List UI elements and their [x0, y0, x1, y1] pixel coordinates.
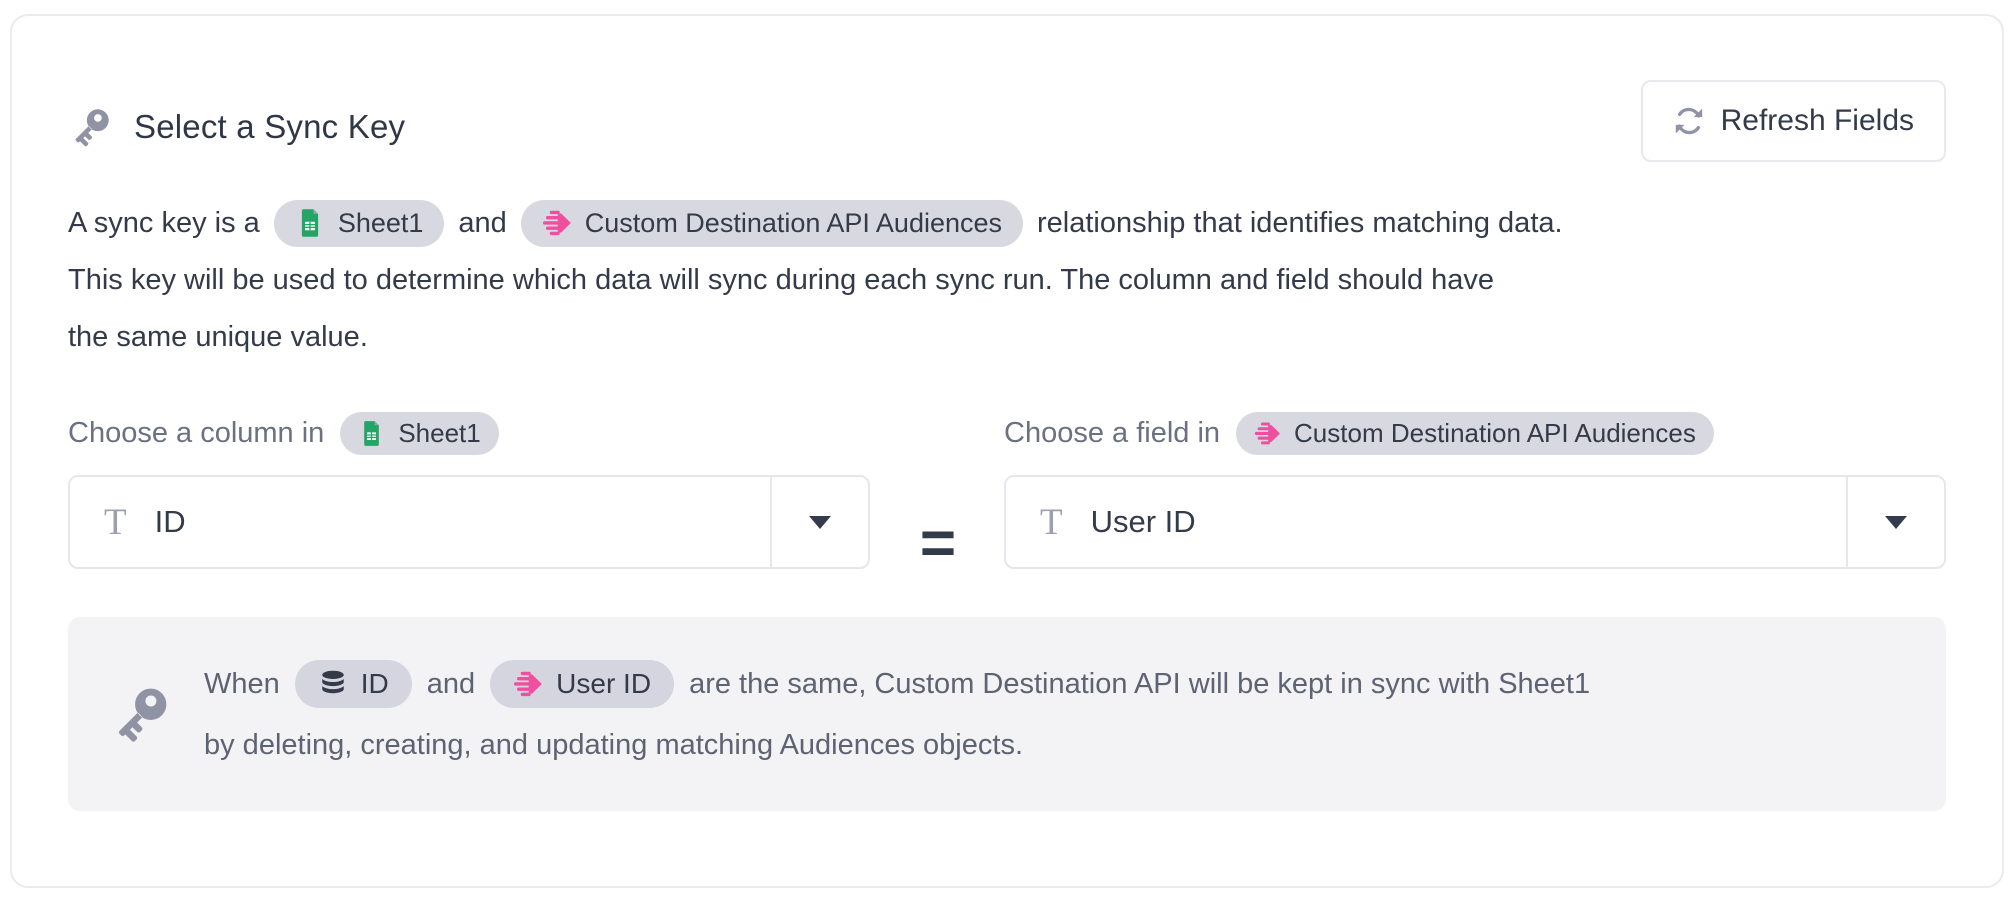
column-picker-label-text: Choose a column in: [68, 417, 324, 450]
google-sheets-icon: [295, 208, 325, 238]
source-badge: Sheet1: [274, 200, 445, 247]
sync-key-summary-box: When ID and User ID are the same, Custom…: [68, 617, 1946, 811]
field-select[interactable]: T User ID: [1004, 475, 1946, 569]
field-picker-destination-badge-label: Custom Destination API Audiences: [1294, 418, 1696, 449]
description-prefix: A sync key is a: [68, 207, 260, 240]
column-picker-source-badge-label: Sheet1: [398, 418, 480, 449]
refresh-icon: [1673, 105, 1705, 137]
refresh-fields-button[interactable]: Refresh Fields: [1641, 80, 1946, 162]
summary-line-1: When ID and User ID are the same, Custom…: [204, 653, 1590, 715]
custom-destination-arrow-icon: [542, 208, 572, 238]
field-key-badge-label: User ID: [556, 668, 651, 700]
summary-suffix: are the same, Custom Destination API wil…: [689, 668, 1590, 701]
summary-text: When ID and User ID are the same, Custom…: [204, 653, 1590, 775]
key-icon: [68, 104, 114, 150]
summary-prefix: When: [204, 668, 280, 701]
destination-badge-label: Custom Destination API Audiences: [585, 208, 1002, 239]
field-select-value-zone: T User ID: [1006, 477, 1846, 567]
title-group: Select a Sync Key: [68, 104, 405, 150]
google-sheets-icon: [358, 420, 385, 447]
column-picker-source-badge: Sheet1: [340, 412, 498, 455]
column-select-caret-zone[interactable]: [770, 477, 868, 567]
equals-sign: =: [920, 513, 954, 575]
caret-down-icon: [1885, 516, 1907, 529]
column-select-value-zone: T ID: [70, 477, 770, 567]
description-conjunction: and: [458, 207, 506, 240]
field-picker-destination-badge: Custom Destination API Audiences: [1236, 412, 1714, 455]
column-select[interactable]: T ID: [68, 475, 870, 569]
source-badge-label: Sheet1: [338, 208, 424, 239]
refresh-fields-label: Refresh Fields: [1721, 104, 1914, 138]
sync-key-panel: Select a Sync Key Refresh Fields A sync …: [10, 14, 2004, 888]
page-title: Select a Sync Key: [134, 108, 405, 146]
key-icon: [108, 681, 174, 747]
field-select-caret-zone[interactable]: [1846, 477, 1944, 567]
description-line-1: A sync key is a Sheet1 and Custom Destin…: [68, 194, 1946, 252]
sync-key-description: A sync key is a Sheet1 and Custom Destin…: [68, 194, 1946, 366]
equals-cell: =: [870, 475, 1004, 569]
column-key-badge: ID: [295, 660, 412, 708]
field-picker-label-text: Choose a field in: [1004, 417, 1220, 450]
custom-destination-arrow-icon: [513, 669, 543, 699]
column-select-value: ID: [155, 504, 186, 540]
database-icon: [318, 669, 348, 699]
summary-conjunction: and: [427, 668, 475, 701]
column-key-badge-label: ID: [361, 668, 389, 700]
field-picker-label: Choose a field in Custom Destination API…: [1004, 412, 1946, 455]
panel-header: Select a Sync Key Refresh Fields: [68, 80, 1946, 162]
sync-key-pickers: Choose a column in Sheet1 Choose a field…: [68, 412, 1946, 569]
description-line-3: the same unique value.: [68, 309, 1946, 366]
description-line-2: This key will be used to determine which…: [68, 252, 1946, 309]
field-select-value: User ID: [1091, 504, 1196, 540]
destination-badge: Custom Destination API Audiences: [521, 200, 1023, 247]
text-type-icon: T: [104, 504, 127, 541]
field-key-badge: User ID: [490, 660, 674, 708]
text-type-icon: T: [1040, 504, 1063, 541]
description-suffix: relationship that identifies matching da…: [1037, 207, 1563, 240]
custom-destination-arrow-icon: [1254, 420, 1281, 447]
summary-line-2: by deleting, creating, and updating matc…: [204, 715, 1590, 775]
caret-down-icon: [809, 516, 831, 529]
column-picker-label: Choose a column in Sheet1: [68, 412, 870, 455]
